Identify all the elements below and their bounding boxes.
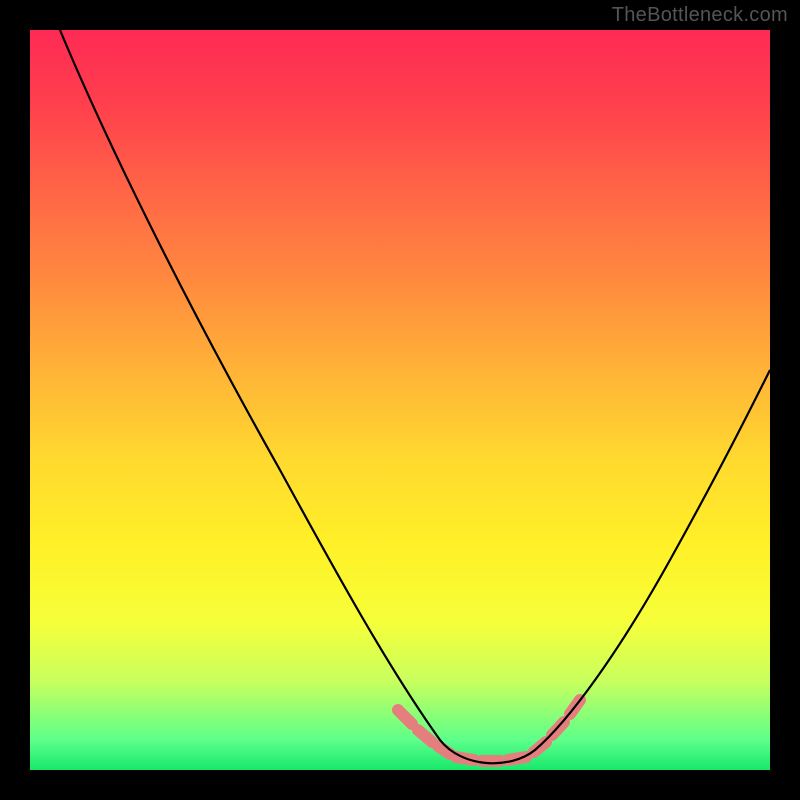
pink-dash-left-1 (398, 710, 412, 724)
bottleneck-curve-path (60, 30, 770, 763)
plot-area (30, 30, 770, 770)
pink-dash-left-2 (418, 730, 432, 742)
curve-svg (30, 30, 770, 770)
chart-stage: TheBottleneck.com (0, 0, 800, 800)
watermark-text: TheBottleneck.com (612, 4, 788, 27)
highlight-group (398, 700, 580, 761)
